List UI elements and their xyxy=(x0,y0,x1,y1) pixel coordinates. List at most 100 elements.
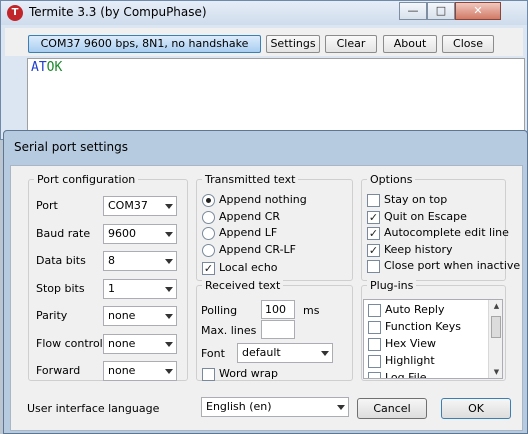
append-nothing-radio[interactable] xyxy=(202,194,215,207)
chevron-down-icon xyxy=(165,369,173,374)
plugins-listbox[interactable]: Auto Reply Function Keys Hex View Highlight… xyxy=(363,299,503,379)
sent-text: AT xyxy=(31,60,47,75)
word-wrap-label: Word wrap xyxy=(219,367,279,380)
chevron-down-icon xyxy=(165,231,173,237)
function-keys-checkbox[interactable] xyxy=(368,321,381,334)
settings-button[interactable]: Settings xyxy=(266,35,320,53)
chevron-down-icon xyxy=(165,341,173,347)
parity-select[interactable]: none xyxy=(103,306,177,326)
close-window-button[interactable]: ✕ xyxy=(455,2,501,20)
close-port-when-inactive-checkbox[interactable] xyxy=(367,260,380,273)
check-icon: ✓ xyxy=(203,262,214,275)
max-lines-label: Max. lines xyxy=(201,324,257,337)
chevron-down-icon xyxy=(321,351,329,356)
termite-app-icon: T xyxy=(7,5,23,21)
baud-rate-label: Baud rate xyxy=(36,226,91,240)
maximize-icon: □ xyxy=(435,4,447,17)
close-button[interactable]: Close xyxy=(442,35,494,53)
flow-control-select[interactable]: none xyxy=(103,333,177,354)
chevron-down-icon xyxy=(337,405,345,410)
chevron-down-icon xyxy=(165,259,173,264)
highlight-label: Highlight xyxy=(385,354,435,367)
data-bits-label: Data bits xyxy=(36,254,86,267)
hex-view-label: Hex View xyxy=(385,337,436,350)
stop-bits-select[interactable]: 1 xyxy=(103,278,177,299)
parity-label: Parity xyxy=(36,309,68,322)
minimize-icon: — xyxy=(407,4,419,17)
append-lf-radio[interactable] xyxy=(202,227,215,240)
scroll-thumb[interactable] xyxy=(491,316,501,338)
max-lines-input[interactable] xyxy=(261,320,295,339)
window-title: Termite 3.3 (by CompuPhase) xyxy=(29,5,207,19)
close-port-when-inactive-label: Close port when inactive xyxy=(384,259,521,272)
plugins-scrollbar[interactable]: ▲ ▼ xyxy=(488,300,502,378)
log-file-label: Log File xyxy=(385,371,427,379)
ui-language-select[interactable]: English (en) xyxy=(201,397,349,417)
forward-label: Forward xyxy=(36,364,81,377)
autocomplete-edit-line-checkbox[interactable]: ✓ xyxy=(367,227,380,240)
append-lf-label: Append LF xyxy=(219,226,278,239)
flow-control-label: Flow control xyxy=(36,336,103,350)
port-label: Port xyxy=(36,199,58,212)
minimize-button[interactable]: — xyxy=(399,2,427,20)
append-nothing-label: Append nothing xyxy=(219,193,307,206)
auto-reply-label: Auto Reply xyxy=(385,303,445,316)
received-text: OK xyxy=(46,60,63,75)
check-icon: ✓ xyxy=(368,227,379,240)
append-cr-label: Append CR xyxy=(219,209,281,223)
close-icon: ✕ xyxy=(473,4,483,17)
font-select[interactable]: default xyxy=(237,343,333,363)
ui-language-label: User interface language xyxy=(27,402,160,415)
cancel-button[interactable]: Cancel xyxy=(357,398,427,419)
scroll-down-icon[interactable]: ▼ xyxy=(489,366,502,378)
chevron-down-icon xyxy=(165,286,173,292)
port-select[interactable]: COM37 xyxy=(103,196,177,216)
transmitted-text-title: Transmitted text xyxy=(202,173,299,186)
received-text-title: Received text xyxy=(202,279,284,292)
port-status-button[interactable]: COM37 9600 bps, 8N1, no handshake xyxy=(28,35,261,53)
plugins-title: Plug-ins xyxy=(367,279,417,292)
append-cr-lf-label: Append CR-LF xyxy=(219,242,297,256)
terminal-output[interactable]: ATOK xyxy=(27,58,525,138)
chevron-down-icon xyxy=(165,314,173,319)
function-keys-label: Function Keys xyxy=(385,320,461,333)
word-wrap-checkbox[interactable] xyxy=(202,368,215,381)
clear-button[interactable]: Clear xyxy=(325,35,377,53)
check-icon: ✓ xyxy=(368,243,379,257)
scroll-up-icon[interactable]: ▲ xyxy=(489,300,502,312)
keep-history-label: Keep history xyxy=(384,242,453,256)
baud-rate-select[interactable]: 9600 xyxy=(103,223,177,244)
autocomplete-edit-line-label: Autocomplete edit line xyxy=(384,226,509,239)
hex-view-checkbox[interactable] xyxy=(368,338,381,351)
polling-label: Polling xyxy=(201,304,238,317)
title-bar[interactable]: T Termite 3.3 (by CompuPhase) — □ ✕ xyxy=(1,1,527,25)
stop-bits-label: Stop bits xyxy=(36,281,85,295)
forward-select[interactable]: none xyxy=(103,361,177,381)
dialog-title: Serial port settings xyxy=(14,140,129,154)
log-file-checkbox[interactable] xyxy=(368,372,381,378)
keep-history-checkbox[interactable]: ✓ xyxy=(367,243,380,257)
ok-button[interactable]: OK xyxy=(441,398,511,419)
append-cr-lf-radio[interactable] xyxy=(202,243,215,257)
data-bits-select[interactable]: 8 xyxy=(103,251,177,271)
auto-reply-checkbox[interactable] xyxy=(368,304,381,317)
stay-on-top-label: Stay on top xyxy=(384,193,448,206)
local-echo-label: Local echo xyxy=(219,261,278,274)
quit-on-escape-checkbox[interactable]: ✓ xyxy=(367,210,380,224)
check-icon: ✓ xyxy=(368,210,379,224)
chevron-down-icon xyxy=(165,204,173,209)
stay-on-top-checkbox[interactable] xyxy=(367,194,380,207)
font-label: Font xyxy=(201,347,225,360)
dialog-body: Port configuration Port COM37 Baud rate 960… xyxy=(10,165,523,431)
polling-unit: ms xyxy=(303,304,320,317)
about-button[interactable]: About xyxy=(383,35,437,53)
serial-port-settings-dialog: Serial port settings Port configuration … xyxy=(3,130,528,434)
options-title: Options xyxy=(367,173,416,186)
local-echo-checkbox[interactable]: ✓ xyxy=(202,262,215,275)
termite-window: T Termite 3.3 (by CompuPhase) — □ ✕ COM3… xyxy=(0,0,528,140)
maximize-button[interactable]: □ xyxy=(427,2,455,20)
highlight-checkbox[interactable] xyxy=(368,355,381,368)
append-cr-radio[interactable] xyxy=(202,210,215,224)
polling-input[interactable]: 100 xyxy=(261,300,295,319)
port-configuration-title: Port configuration xyxy=(34,173,139,186)
